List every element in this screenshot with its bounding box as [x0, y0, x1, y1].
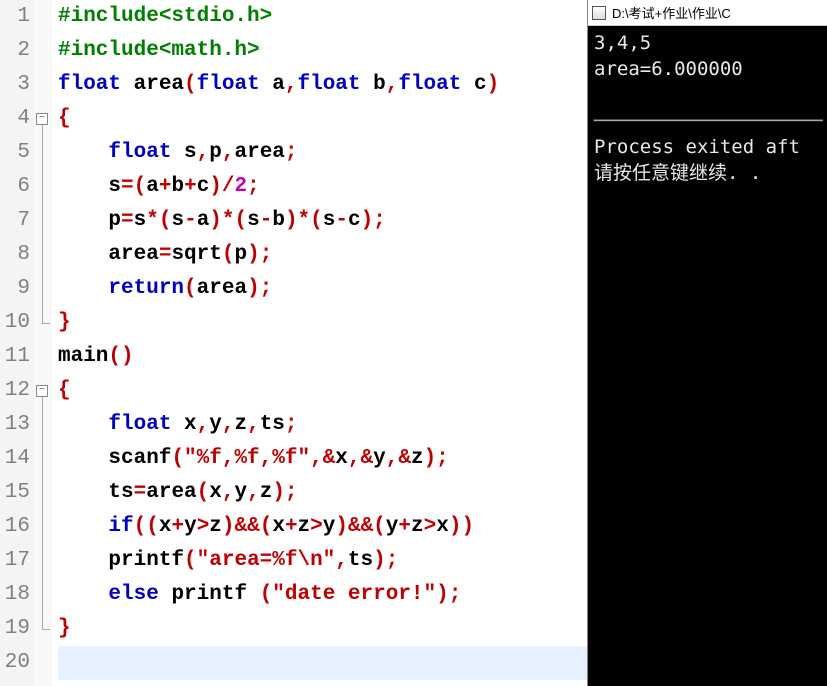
code-line[interactable]: s=(a+b+c)/2;: [58, 170, 587, 204]
line-number: 6: [0, 170, 30, 204]
line-number: 16: [0, 510, 30, 544]
fold-column[interactable]: −−: [34, 0, 52, 686]
console-app-icon: [592, 6, 606, 20]
fold-guide: [42, 306, 43, 323]
code-line[interactable]: area=sqrt(p);: [58, 238, 587, 272]
line-number: 17: [0, 544, 30, 578]
console-line: [594, 82, 821, 108]
fold-guide: [42, 544, 43, 578]
code-line[interactable]: return(area);: [58, 272, 587, 306]
fold-end-marker: [42, 629, 50, 630]
line-number: 10: [0, 306, 30, 340]
code-line[interactable]: ts=area(x,y,z);: [58, 476, 587, 510]
line-number: 20: [0, 646, 30, 680]
code-line[interactable]: {: [58, 102, 587, 136]
console-panel: D:\考试+作业\作业\C 3,4,5area=6.000000 ───────…: [587, 0, 827, 686]
line-number: 15: [0, 476, 30, 510]
fold-guide: [42, 510, 43, 544]
fold-guide: [42, 238, 43, 272]
fold-guide: [42, 408, 43, 442]
line-number: 4: [0, 102, 30, 136]
code-line[interactable]: }: [58, 612, 587, 646]
fold-guide: [42, 476, 43, 510]
line-number: 18: [0, 578, 30, 612]
code-line[interactable]: main(): [58, 340, 587, 374]
line-number: 11: [0, 340, 30, 374]
line-number-gutter: 1234567891011121314151617181920: [0, 0, 34, 686]
console-title-text: D:\考试+作业\作业\C: [612, 3, 731, 22]
console-line: Process exited aft: [594, 134, 821, 160]
code-line[interactable]: {: [58, 374, 587, 408]
line-number: 7: [0, 204, 30, 238]
line-number: 19: [0, 612, 30, 646]
code-editor[interactable]: 1234567891011121314151617181920 −− #incl…: [0, 0, 587, 686]
line-number: 5: [0, 136, 30, 170]
fold-toggle-icon[interactable]: −: [36, 113, 48, 125]
fold-end-marker: [42, 323, 50, 324]
console-titlebar[interactable]: D:\考试+作业\作业\C: [588, 0, 827, 26]
code-line[interactable]: if((x+y>z)&&(x+z>y)&&(y+z>x)): [58, 510, 587, 544]
line-number: 3: [0, 68, 30, 102]
fold-guide: [42, 170, 43, 204]
line-number: 9: [0, 272, 30, 306]
code-line[interactable]: else printf ("date error!");: [58, 578, 587, 612]
code-line[interactable]: #include<math.h>: [58, 34, 587, 68]
console-line: ────────────────────: [594, 108, 821, 134]
fold-guide: [42, 397, 43, 408]
line-number: 12: [0, 374, 30, 408]
code-line[interactable]: }: [58, 306, 587, 340]
fold-guide: [42, 204, 43, 238]
code-line[interactable]: float s,p,area;: [58, 136, 587, 170]
fold-guide: [42, 578, 43, 612]
console-output[interactable]: 3,4,5area=6.000000 ────────────────────P…: [588, 26, 827, 686]
code-area[interactable]: #include<stdio.h>#include<math.h>float a…: [52, 0, 587, 686]
fold-guide: [42, 136, 43, 170]
line-number: 2: [0, 34, 30, 68]
code-line[interactable]: [58, 646, 587, 680]
line-number: 13: [0, 408, 30, 442]
line-number: 1: [0, 0, 30, 34]
console-line: area=6.000000: [594, 56, 821, 82]
code-line[interactable]: scanf("%f,%f,%f",&x,&y,&z);: [58, 442, 587, 476]
code-line[interactable]: #include<stdio.h>: [58, 0, 587, 34]
code-line[interactable]: float x,y,z,ts;: [58, 408, 587, 442]
fold-guide: [42, 612, 43, 629]
console-line: 请按任意键继续. .: [594, 160, 821, 186]
code-line[interactable]: printf("area=%f\n",ts);: [58, 544, 587, 578]
line-number: 8: [0, 238, 30, 272]
fold-guide: [42, 125, 43, 136]
fold-guide: [42, 272, 43, 306]
fold-guide: [42, 442, 43, 476]
console-line: 3,4,5: [594, 30, 821, 56]
code-line[interactable]: float area(float a,float b,float c): [58, 68, 587, 102]
line-number: 14: [0, 442, 30, 476]
code-line[interactable]: p=s*(s-a)*(s-b)*(s-c);: [58, 204, 587, 238]
fold-toggle-icon[interactable]: −: [36, 385, 48, 397]
